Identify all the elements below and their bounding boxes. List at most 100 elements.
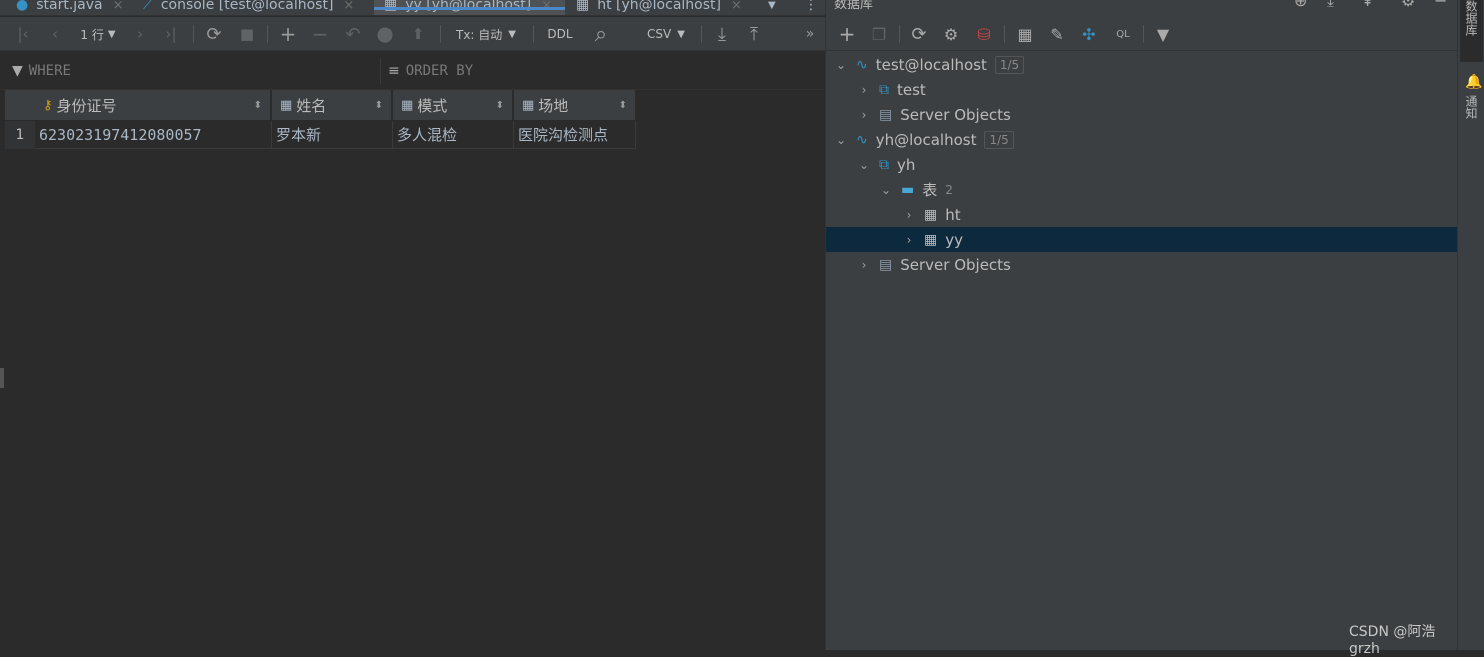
- tree-node-server-objects[interactable]: › ▤ Server Objects: [857, 102, 1011, 127]
- close-icon[interactable]: ×: [343, 0, 354, 13]
- tab-yy[interactable]: ▦ yy [yh@localhost] ×: [374, 0, 565, 15]
- separator: [701, 25, 702, 43]
- chevron-right-icon[interactable]: ›: [902, 233, 916, 247]
- tab-ht[interactable]: ▦ ht [yh@localhost] ×: [576, 0, 742, 15]
- chevron-down-icon[interactable]: ⌄: [857, 158, 871, 172]
- export-format-label: CSV: [647, 27, 672, 41]
- revert-icon[interactable]: ↶: [340, 17, 366, 51]
- column-icon: ▦: [401, 97, 414, 113]
- column-header-name[interactable]: ▦ 姓名 ⬍: [272, 90, 392, 120]
- tree-node-table-ht[interactable]: › ▦ ht: [902, 202, 961, 227]
- chevron-right-icon[interactable]: ›: [902, 208, 916, 222]
- database-tool-tab[interactable]: 数据库: [1460, 0, 1483, 62]
- stop-icon[interactable]: ■: [234, 17, 260, 51]
- push-icon[interactable]: ⬆: [405, 17, 431, 51]
- globe-icon[interactable]: ⊕: [1294, 0, 1307, 10]
- more-actions-icon[interactable]: »: [798, 17, 822, 51]
- chevron-right-icon[interactable]: ›: [857, 83, 871, 97]
- more-tabs-icon[interactable]: ⋮: [804, 0, 818, 15]
- table-cell[interactable]: 罗本新: [272, 121, 393, 149]
- submit-icon[interactable]: ⬤: [372, 17, 398, 51]
- edit-icon[interactable]: ✎: [1044, 17, 1070, 51]
- query-console-icon[interactable]: QL: [1110, 17, 1136, 51]
- collapse-all-icon[interactable]: ⤓: [1327, 0, 1334, 11]
- tree-node-label: 表: [922, 181, 938, 199]
- tree-node-test-localhost[interactable]: ⌄ ∿ test@localhost 1/5: [834, 52, 1025, 77]
- tree-node-label: Server Objects: [900, 105, 1011, 124]
- stop-database-icon[interactable]: ⛁: [971, 17, 997, 51]
- tab-console[interactable]: ⟋ console [test@localhost] ×: [143, 0, 354, 15]
- tree-node-yh-localhost[interactable]: ⌄ ∿ yh@localhost 1/5: [834, 127, 1014, 152]
- table-cell[interactable]: 医院沟检测点: [514, 121, 636, 149]
- copy-icon[interactable]: ❐: [866, 17, 892, 51]
- expand-all-icon[interactable]: ⇞: [1361, 0, 1374, 10]
- column-label: 身份证号: [56, 96, 117, 115]
- column-header-id[interactable]: ⚷ 身份证号 ⬍: [35, 90, 271, 120]
- corner-cell: [5, 90, 35, 120]
- order-by-placeholder: ORDER BY: [405, 63, 474, 79]
- tree-node-label: yy: [945, 230, 963, 249]
- table-cell[interactable]: 多人混检: [393, 121, 514, 149]
- tree-node-yh[interactable]: ⌄ ⧉ yh: [857, 152, 915, 177]
- separator: [1004, 25, 1005, 43]
- chevron-right-icon[interactable]: ›: [857, 108, 871, 122]
- separator: [380, 58, 381, 84]
- close-icon[interactable]: ×: [731, 0, 742, 13]
- tree-node-label: ht: [945, 205, 961, 224]
- chevron-down-icon[interactable]: ⌄: [834, 133, 848, 147]
- add-icon[interactable]: +: [834, 17, 860, 51]
- transaction-mode-dropdown[interactable]: Tx: 自动 ▼: [448, 17, 524, 51]
- column-header-site[interactable]: ▦ 场地 ⬍: [514, 90, 636, 120]
- table-cell[interactable]: 623023197412080057: [35, 121, 272, 149]
- next-page-icon[interactable]: ›: [128, 17, 152, 51]
- row-count-dropdown[interactable]: 1 行 ▼: [72, 17, 124, 51]
- export-format-dropdown[interactable]: CSV ▼: [640, 17, 692, 51]
- mysql-datasource-icon: ∿: [856, 56, 868, 73]
- sort-icon[interactable]: ⬍: [254, 100, 262, 111]
- chevron-down-icon[interactable]: ⌄: [879, 183, 893, 197]
- tab-list-dropdown-icon[interactable]: ▼: [768, 0, 776, 15]
- chevron-down-icon: ▼: [107, 28, 116, 40]
- bell-icon[interactable]: 🔔: [1465, 74, 1482, 90]
- gear-icon[interactable]: ⚙: [1401, 0, 1415, 10]
- jump-to-source-icon[interactable]: ✣: [1076, 17, 1102, 51]
- minimize-icon[interactable]: −: [1434, 0, 1447, 10]
- filter-icon[interactable]: ▼: [1150, 17, 1176, 51]
- close-icon[interactable]: ×: [113, 0, 124, 13]
- sort-icon[interactable]: ⬍: [375, 100, 383, 111]
- resize-handle[interactable]: [0, 368, 4, 388]
- chevron-right-icon[interactable]: ›: [857, 258, 871, 272]
- order-by-input[interactable]: ≡ ORDER BY: [388, 52, 808, 90]
- tree-node-test[interactable]: › ⧉ test: [857, 77, 926, 102]
- refresh-icon[interactable]: ⟳: [201, 17, 227, 51]
- where-placeholder: WHERE: [28, 63, 71, 79]
- ddl-button[interactable]: DDL: [542, 17, 578, 51]
- upload-icon[interactable]: ⤒: [741, 17, 767, 51]
- sort-icon[interactable]: ⬍: [496, 100, 504, 111]
- tree-node-server-objects[interactable]: › ▤ Server Objects: [857, 252, 1011, 277]
- tree-node-table-yy[interactable]: › ▦ yy: [902, 227, 963, 252]
- search-icon[interactable]: ⌕: [588, 17, 614, 51]
- delete-row-icon[interactable]: −: [307, 17, 333, 51]
- tree-node-tables-folder[interactable]: ⌄ ▬ 表 2: [879, 177, 953, 202]
- panel-title: 数据库: [834, 0, 874, 12]
- sort-icon[interactable]: ⬍: [619, 100, 627, 111]
- download-icon[interactable]: ⤓: [709, 17, 735, 51]
- column-header-mode[interactable]: ▦ 模式 ⬍: [393, 90, 513, 120]
- table-icon[interactable]: ▦: [1012, 17, 1038, 51]
- chevron-down-icon[interactable]: ⌄: [834, 58, 848, 72]
- separator: [267, 25, 268, 43]
- notifications-tool-tab[interactable]: 通知: [1460, 95, 1483, 127]
- filter-bar: ▼ WHERE ≡ ORDER BY: [0, 52, 825, 90]
- last-page-icon[interactable]: ›|: [158, 17, 184, 51]
- where-filter-input[interactable]: ▼ WHERE: [12, 52, 378, 90]
- tree-node-label: test: [897, 80, 926, 99]
- schema-settings-icon[interactable]: ⚙: [938, 17, 964, 51]
- add-row-icon[interactable]: +: [275, 17, 301, 51]
- tab-start-java[interactable]: ● start.java ×: [16, 0, 124, 15]
- previous-page-icon[interactable]: ‹: [42, 17, 68, 51]
- refresh-icon[interactable]: ⟳: [906, 17, 932, 51]
- close-icon[interactable]: ×: [541, 0, 552, 13]
- first-page-icon[interactable]: |‹: [10, 17, 36, 51]
- row-number[interactable]: 1: [5, 121, 35, 149]
